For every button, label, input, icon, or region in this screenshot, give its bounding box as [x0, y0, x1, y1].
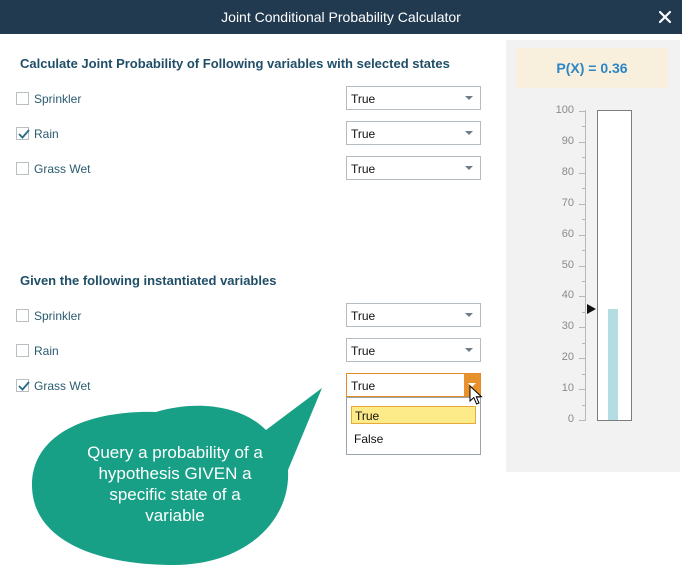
window-title: Joint Conditional Probability Calculator [221, 9, 461, 25]
given-sprinkler-select[interactable]: True [346, 303, 481, 327]
gauge-axis-label: 100 [555, 104, 574, 116]
gauge-axis-label: 10 [561, 382, 574, 395]
dropdown-option-true[interactable]: True [351, 406, 476, 424]
callout-bubble: Query a probability of a hypothesis GIVE… [26, 360, 330, 572]
gauge-axis-label: 70 [561, 196, 574, 209]
joint-grass-wet-label: Grass Wet [34, 162, 91, 176]
probability-result-label: P(X) = 0.36 [556, 60, 628, 76]
given-rain-label: Rain [34, 344, 59, 358]
joint-sprinkler-label: Sprinkler [34, 92, 82, 106]
given-heading: Given the following instantiated variabl… [20, 273, 277, 288]
joint-rain-checkbox[interactable] [16, 127, 30, 140]
given-rain-select[interactable]: True [346, 338, 481, 362]
chevron-down-icon [465, 131, 473, 135]
probability-gauge-fill [608, 308, 618, 420]
gauge-marker-icon [587, 303, 596, 314]
joint-sprinkler-value: True [351, 92, 376, 106]
gauge-axis-label: 0 [567, 413, 574, 425]
gauge-axis-label: 40 [561, 289, 574, 302]
joint-rain-value: True [351, 127, 376, 141]
gauge-axis-line [585, 110, 586, 421]
title-bar: Joint Conditional Probability Calculator [0, 0, 682, 34]
gauge-axis-label: 50 [561, 258, 574, 271]
joint-heading: Calculate Joint Probability of Following… [20, 56, 450, 71]
state-dropdown-list: True False [346, 397, 481, 455]
chevron-down-icon [465, 313, 473, 317]
joint-grass-wet-value: True [351, 162, 376, 176]
check-icon [18, 129, 30, 139]
joint-sprinkler-select[interactable]: True [346, 86, 481, 110]
joint-grass-wet-checkbox[interactable] [16, 162, 29, 175]
joint-rain-select[interactable]: True [346, 121, 481, 145]
given-rain-checkbox[interactable] [16, 344, 29, 357]
gauge-axis-label: 90 [561, 134, 574, 147]
given-sprinkler-label: Sprinkler [34, 309, 82, 323]
mouse-cursor-icon [469, 385, 483, 405]
joint-grass-wet-select[interactable]: True [346, 156, 481, 180]
joint-rain-label: Rain [34, 127, 59, 141]
probability-gauge [597, 110, 632, 421]
chevron-down-icon [465, 348, 473, 352]
gauge-axis-label: 80 [561, 165, 574, 178]
given-rain-value: True [351, 344, 376, 358]
given-sprinkler-value: True [351, 309, 376, 323]
chevron-down-icon [465, 166, 473, 170]
dropdown-option-false[interactable]: False [351, 430, 476, 448]
callout-text: Query a probability of a hypothesis GIVE… [87, 443, 263, 525]
gauge-axis-label: 60 [561, 227, 574, 240]
gauge-axis-label: 30 [561, 320, 574, 333]
gauge-axis-label: 20 [561, 351, 574, 364]
given-grass-wet-value: True [351, 379, 376, 393]
result-panel: P(X) = 0.36 [506, 40, 680, 472]
joint-sprinkler-checkbox[interactable] [16, 92, 29, 105]
given-grass-wet-select[interactable]: True [346, 373, 481, 397]
chevron-down-icon [465, 96, 473, 100]
given-sprinkler-checkbox[interactable] [16, 309, 29, 322]
close-icon[interactable] [656, 8, 674, 26]
probability-result-box: P(X) = 0.36 [516, 48, 668, 88]
